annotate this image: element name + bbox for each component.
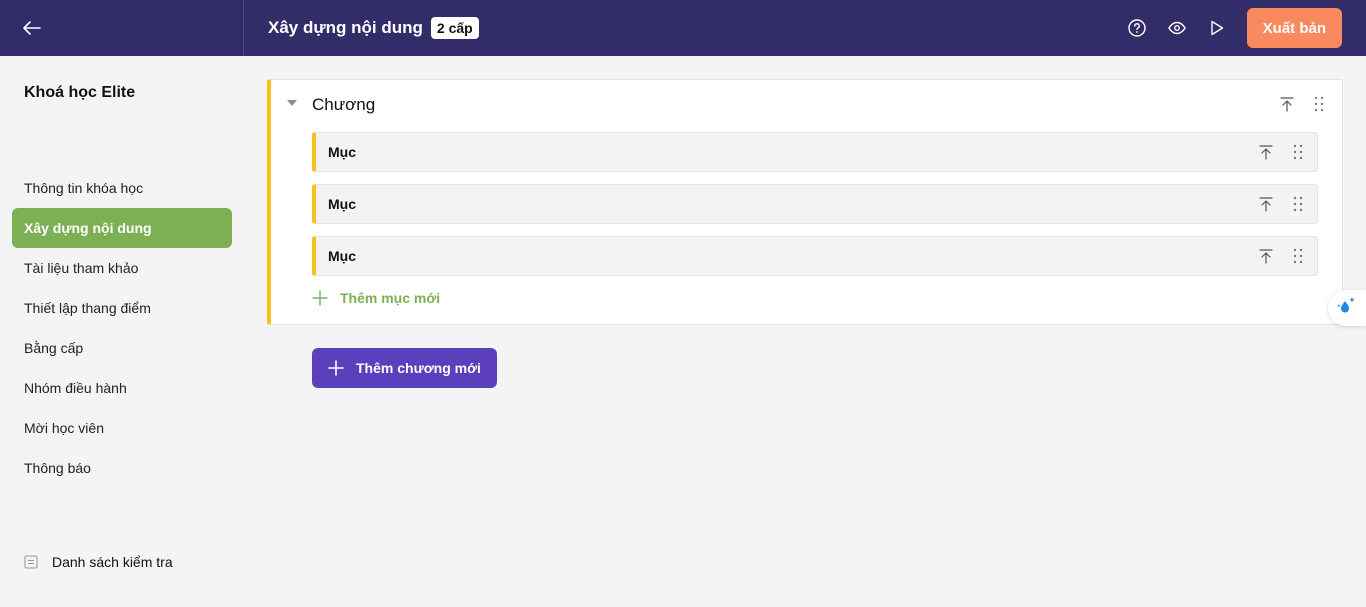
drag-handle-icon[interactable] bbox=[1289, 143, 1307, 161]
section-actions bbox=[1243, 195, 1307, 213]
sidebar-item-build-content[interactable]: Xây dựng nội dung bbox=[12, 208, 232, 248]
section-title: Mục bbox=[328, 196, 356, 212]
section-row[interactable]: Mục bbox=[312, 184, 1318, 224]
sparkle-drop-icon bbox=[1336, 295, 1358, 322]
floating-assistant-button[interactable] bbox=[1328, 290, 1366, 326]
drag-handle-icon[interactable] bbox=[1289, 195, 1307, 213]
sidebar: Khoá học Elite Thông tin khóa học Xây dự… bbox=[0, 56, 244, 607]
sidebar-item-references[interactable]: Tài liệu tham khảo bbox=[12, 248, 232, 288]
drag-handle-icon[interactable] bbox=[1310, 95, 1328, 113]
sidebar-item-management-team[interactable]: Nhóm điều hành bbox=[12, 368, 232, 408]
play-icon[interactable] bbox=[1207, 18, 1227, 38]
move-to-top-icon[interactable] bbox=[1257, 247, 1275, 265]
sidebar-item-notifications[interactable]: Thông báo bbox=[12, 448, 232, 488]
plus-icon bbox=[328, 360, 344, 376]
move-to-top-icon[interactable] bbox=[1257, 195, 1275, 213]
chapter-header: Chương bbox=[271, 80, 1342, 130]
checklist-link[interactable]: Danh sách kiểm tra bbox=[24, 554, 173, 570]
section-actions bbox=[1243, 143, 1307, 161]
top-actions: Xuất bản bbox=[1107, 8, 1342, 48]
checklist-label: Danh sách kiểm tra bbox=[52, 554, 173, 570]
sidebar-item-grading-scale[interactable]: Thiết lập thang điểm bbox=[12, 288, 232, 328]
section-actions bbox=[1243, 247, 1307, 265]
add-chapter-button[interactable]: Thêm chương mới bbox=[312, 348, 497, 388]
section-row[interactable]: Mục bbox=[312, 236, 1318, 276]
sidebar-item-course-info[interactable]: Thông tin khóa học bbox=[12, 168, 232, 208]
back-area bbox=[0, 0, 244, 56]
sidebar-nav: Thông tin khóa học Xây dựng nội dung Tài… bbox=[12, 168, 232, 488]
section-row[interactable]: Mục bbox=[312, 132, 1318, 172]
sidebar-item-certificate[interactable]: Bằng cấp bbox=[12, 328, 232, 368]
publish-button[interactable]: Xuất bản bbox=[1246, 8, 1342, 48]
top-bar: Xây dựng nội dung 2 cấp Xuất bản bbox=[0, 0, 1366, 56]
back-arrow-icon[interactable] bbox=[22, 18, 42, 38]
course-title: Khoá học Elite bbox=[24, 84, 136, 101]
eye-icon[interactable] bbox=[1167, 18, 1187, 38]
level-badge: 2 cấp bbox=[430, 17, 479, 39]
collapse-caret-icon[interactable] bbox=[287, 100, 297, 106]
chapter-title: Chương bbox=[312, 95, 376, 114]
add-section-label: Thêm mục mới bbox=[340, 290, 441, 306]
checklist-icon bbox=[24, 555, 38, 569]
move-to-top-icon[interactable] bbox=[1278, 95, 1296, 113]
add-chapter-label: Thêm chương mới bbox=[356, 360, 481, 376]
chapter-card: Chương Mục Mục Mục Thêm mục mới bbox=[267, 79, 1343, 325]
section-title: Mục bbox=[328, 248, 356, 264]
help-icon[interactable] bbox=[1127, 18, 1147, 38]
move-to-top-icon[interactable] bbox=[1257, 143, 1275, 161]
chapter-actions bbox=[1264, 95, 1328, 113]
sidebar-item-invite-students[interactable]: Mời học viên bbox=[12, 408, 232, 448]
page-title: Xây dựng nội dung bbox=[268, 18, 423, 37]
drag-handle-icon[interactable] bbox=[1289, 247, 1307, 265]
add-section-button[interactable]: Thêm mục mới bbox=[312, 290, 440, 306]
plus-icon bbox=[312, 290, 328, 306]
section-title: Mục bbox=[328, 144, 356, 160]
